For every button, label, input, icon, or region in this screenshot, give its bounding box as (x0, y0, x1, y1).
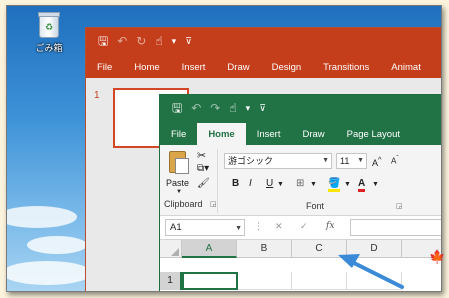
formula-bar: A1 ▼ ⋮ ✕ ✓ fx (160, 216, 441, 240)
ppt-tab-animat[interactable]: Animat (380, 56, 432, 78)
slide-number: 1 (94, 90, 100, 101)
column-header-a[interactable]: A (182, 240, 237, 258)
paste-button[interactable]: Paste (166, 178, 189, 188)
cut-icon[interactable]: ✂ (197, 149, 206, 162)
italic-button[interactable]: I (249, 178, 252, 189)
insert-function-icon[interactable]: fx (326, 221, 334, 231)
cancel-icon[interactable]: ✕ (275, 221, 283, 232)
format-painter-icon[interactable]: 🖌 (197, 178, 210, 189)
recycle-bin-icon[interactable]: ♻ ごみ箱 (29, 12, 69, 54)
ppt-tab-insert[interactable]: Insert (171, 56, 217, 78)
customize-qat-icon[interactable]: ⊽ (185, 34, 192, 48)
cell-d1[interactable] (347, 272, 402, 290)
desktop: ♻ ごみ箱 🖫 ↶ ↻ ☝ ▾ ⊽ File Home Insert Draw Desi… (6, 5, 442, 292)
decrease-font-size-button[interactable]: Aˇ (391, 155, 399, 166)
underline-button[interactable]: U (266, 178, 273, 189)
excel-tab-draw[interactable]: Draw (291, 123, 335, 145)
column-header-c[interactable]: C (292, 240, 347, 258)
redo-icon[interactable]: ↷ (210, 101, 220, 115)
borders-dropdown-icon[interactable]: ▼ (310, 181, 317, 188)
excel-title-bar: 🖫 ↶ ↷ ☝ ▾ ⊽ (160, 95, 441, 123)
font-color-dropdown-icon[interactable]: ▼ (372, 181, 379, 188)
column-header-b[interactable]: B (237, 240, 292, 258)
undo-icon[interactable]: ↶ (191, 101, 201, 115)
excel-tab-home[interactable]: Home (197, 123, 246, 145)
font-launcher-icon[interactable]: ◲ (396, 202, 403, 210)
excel-tab-page-layout[interactable]: Page Layout (336, 123, 411, 145)
powerpoint-quick-access-toolbar: 🖫 ↶ ↻ ☝ ▾ ⊽ (98, 34, 192, 48)
powerpoint-title-bar: 🖫 ↶ ↻ ☝ ▾ ⊽ (86, 28, 441, 56)
paste-icon[interactable] (169, 151, 189, 174)
save-icon[interactable]: 🖫 (98, 34, 108, 48)
touch-mode-dropdown-icon[interactable]: ▾ (172, 34, 177, 48)
fill-color-icon[interactable]: 🪣 (328, 178, 341, 192)
clipboard-group-label: Clipboard (164, 199, 203, 209)
excel-tab-insert[interactable]: Insert (246, 123, 292, 145)
recycle-bin-label: ごみ箱 (35, 43, 63, 53)
name-box[interactable]: A1 ▼ (165, 219, 245, 236)
increase-font-size-button[interactable]: A^ (372, 155, 382, 168)
maple-leaf-icon: 🍁 (429, 249, 446, 264)
font-name-value: 游ゴシック (228, 156, 274, 166)
cell-a1[interactable] (182, 272, 238, 290)
excel-tab-file[interactable]: File (160, 123, 197, 145)
excel-ribbon-tabs: File Home Insert Draw Page Layout (160, 123, 441, 145)
customize-qat-icon[interactable]: ⊽ (259, 101, 266, 115)
chevron-down-icon: ▼ (322, 157, 329, 164)
table-row: 1 (160, 272, 441, 290)
powerpoint-ribbon-tabs: File Home Insert Draw Design Transitions Anima… (86, 56, 441, 78)
name-box-value: A1 (170, 222, 182, 233)
font-color-button[interactable]: A (358, 178, 366, 192)
borders-icon[interactable]: ⊞ (296, 178, 304, 189)
cell-b1[interactable] (238, 272, 292, 290)
excel-quick-access-toolbar: 🖫 ↶ ↷ ☝ ▾ ⊽ (172, 101, 266, 115)
font-size-value: 11 (340, 156, 350, 166)
undo-icon[interactable]: ↶ (117, 34, 127, 48)
chevron-down-icon: ▼ (235, 225, 242, 232)
font-group-label: Font (306, 201, 325, 211)
cell-c1[interactable] (292, 272, 347, 290)
more-options-icon: ⋮ (254, 221, 263, 231)
ppt-tab-file[interactable]: File (86, 56, 123, 78)
ppt-tab-draw[interactable]: Draw (216, 56, 260, 78)
save-icon[interactable]: 🖫 (172, 101, 182, 115)
excel-ribbon-home: Paste ▼ ✂ ⧉▾ 🖌 Clipboard ◲ 游ゴシック ▼ 11 ▼ … (160, 145, 441, 216)
clipboard-group: Paste ▼ ✂ ⧉▾ 🖌 Clipboard ◲ (164, 149, 218, 213)
font-name-dropdown[interactable]: 游ゴシック ▼ (224, 153, 332, 169)
touch-mode-icon[interactable]: ☝ (155, 34, 162, 48)
touch-mode-icon[interactable]: ☝ (229, 101, 236, 115)
enter-icon[interactable]: ✓ (300, 221, 308, 232)
recycle-bin-graphic: ♻ (38, 12, 60, 38)
underline-dropdown-icon[interactable]: ▼ (277, 181, 284, 188)
clipboard-launcher-icon[interactable]: ◲ (210, 200, 217, 208)
column-header-row: A B C D (160, 240, 441, 258)
ppt-tab-design[interactable]: Design (261, 56, 313, 78)
chevron-down-icon: ▼ (357, 157, 364, 164)
font-size-dropdown[interactable]: 11 ▼ (336, 153, 367, 169)
select-all-button[interactable] (160, 240, 182, 258)
bold-button[interactable]: B (232, 178, 239, 189)
ppt-tab-home[interactable]: Home (123, 56, 170, 78)
row-header-1[interactable]: 1 (160, 272, 182, 290)
copy-icon[interactable]: ⧉▾ (197, 163, 209, 174)
touch-mode-dropdown-icon[interactable]: ▾ (246, 101, 251, 115)
excel-window: 🖫 ↶ ↷ ☝ ▾ ⊽ File Home Insert Draw Page Layou… (159, 94, 441, 291)
fill-color-dropdown-icon[interactable]: ▼ (344, 181, 351, 188)
formula-input[interactable] (350, 219, 441, 236)
redo-icon[interactable]: ↻ (136, 34, 146, 48)
ppt-tab-transitions[interactable]: Transitions (312, 56, 380, 78)
paste-dropdown-icon[interactable]: ▼ (176, 189, 182, 195)
column-header-d[interactable]: D (347, 240, 402, 258)
